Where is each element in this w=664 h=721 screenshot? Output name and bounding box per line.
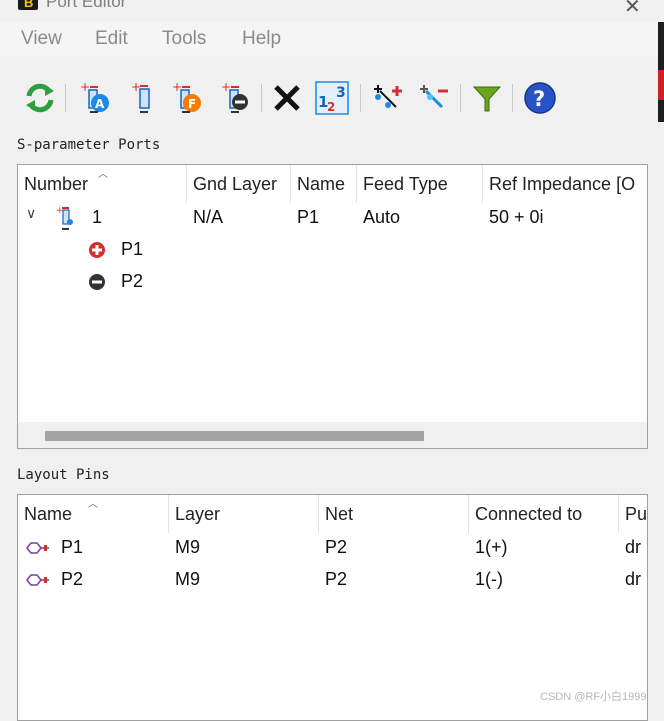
column-header-feed-type[interactable]: Feed Type: [357, 165, 482, 203]
svg-text:2: 2: [327, 100, 335, 114]
background-window-edge: [658, 22, 664, 122]
add-port-f-icon[interactable]: + F: [170, 80, 204, 115]
pin-name: P2: [61, 569, 84, 589]
column-header-net[interactable]: Net: [319, 495, 468, 533]
column-header-pu[interactable]: Pu: [619, 495, 647, 533]
pin-icon: [25, 541, 51, 555]
pin-pu: dr: [625, 569, 642, 589]
sparam-section-label: S-parameter Ports: [17, 137, 161, 153]
plus-terminal-icon: [88, 241, 106, 259]
scrollbar-thumb[interactable]: [45, 431, 424, 441]
pin-name: P1: [61, 537, 84, 557]
pin-pu: dr: [625, 537, 642, 557]
pin-layer: M9: [175, 537, 201, 557]
column-header-name[interactable]: Name: [18, 495, 168, 533]
refresh-icon[interactable]: [23, 81, 57, 115]
layout-pins-table: ︿ Name Layer Net Connected to Pu P1 M9 P…: [17, 494, 648, 721]
minus-terminal-icon: [88, 273, 106, 291]
port-feed-type: Auto: [363, 207, 401, 227]
add-ground-port-icon[interactable]: +: [219, 80, 253, 115]
child-pin-label: P1: [121, 239, 144, 259]
pin-net: P2: [325, 537, 348, 557]
menu-tools[interactable]: Tools: [162, 28, 206, 50]
port-ref-impedance: 50 + 0i: [489, 207, 544, 227]
menu-help[interactable]: Help: [242, 28, 281, 50]
pin-connected-to: 1(+): [475, 537, 508, 557]
app-logo-icon: B: [18, 0, 38, 10]
remove-pin-icon[interactable]: [416, 81, 450, 115]
svg-text:3: 3: [336, 85, 346, 101]
toolbar: + A + + F + 1 2 3 ?: [0, 76, 658, 124]
port-name: P1: [297, 207, 320, 227]
column-header-number[interactable]: Number: [18, 165, 186, 203]
svg-text:F: F: [188, 97, 196, 111]
pin-connected-to: 1(-): [475, 569, 503, 589]
menu-bar: View Edit Tools Help: [0, 22, 658, 56]
horizontal-scrollbar[interactable]: [18, 422, 647, 448]
svg-text:?: ?: [533, 87, 545, 111]
port-gnd-layer: N/A: [193, 207, 224, 227]
column-header-name[interactable]: Name: [291, 165, 356, 203]
pin-net: P2: [325, 569, 348, 589]
svg-text:A: A: [95, 97, 105, 111]
close-icon[interactable]: ✕: [624, 0, 641, 19]
filter-icon[interactable]: [470, 81, 504, 115]
watermark: CSDN @RF小白1999: [540, 691, 647, 703]
column-header-gnd-layer[interactable]: Gnd Layer: [187, 165, 290, 203]
pins-section-label: Layout Pins: [17, 467, 110, 483]
renumber-icon[interactable]: 1 2 3: [315, 81, 349, 115]
add-port-icon[interactable]: +: [128, 80, 162, 115]
pin-icon: [25, 573, 51, 587]
sparam-ports-table: ︿ Number Gnd Layer Name Feed Type Ref Im…: [17, 164, 648, 449]
column-header-connected-to[interactable]: Connected to: [469, 495, 618, 533]
pin-layer: M9: [175, 569, 201, 589]
help-icon[interactable]: ?: [523, 81, 557, 115]
column-header-ref-impedance[interactable]: Ref Impedance [O: [483, 165, 647, 203]
port-icon: +: [56, 205, 78, 231]
add-pin-icon[interactable]: [370, 81, 404, 115]
column-header-layer[interactable]: Layer: [169, 495, 318, 533]
menu-edit[interactable]: Edit: [95, 28, 128, 50]
port-number: 1: [92, 207, 103, 227]
menu-view[interactable]: View: [21, 28, 62, 50]
child-pin-label: P2: [121, 271, 144, 291]
chevron-down-icon[interactable]: ∨: [26, 205, 36, 222]
add-port-a-icon[interactable]: + A: [78, 80, 112, 115]
title-bar: B Port Editor ✕: [0, 0, 664, 22]
delete-icon[interactable]: [270, 81, 304, 115]
window-title: Port Editor: [46, 0, 127, 11]
